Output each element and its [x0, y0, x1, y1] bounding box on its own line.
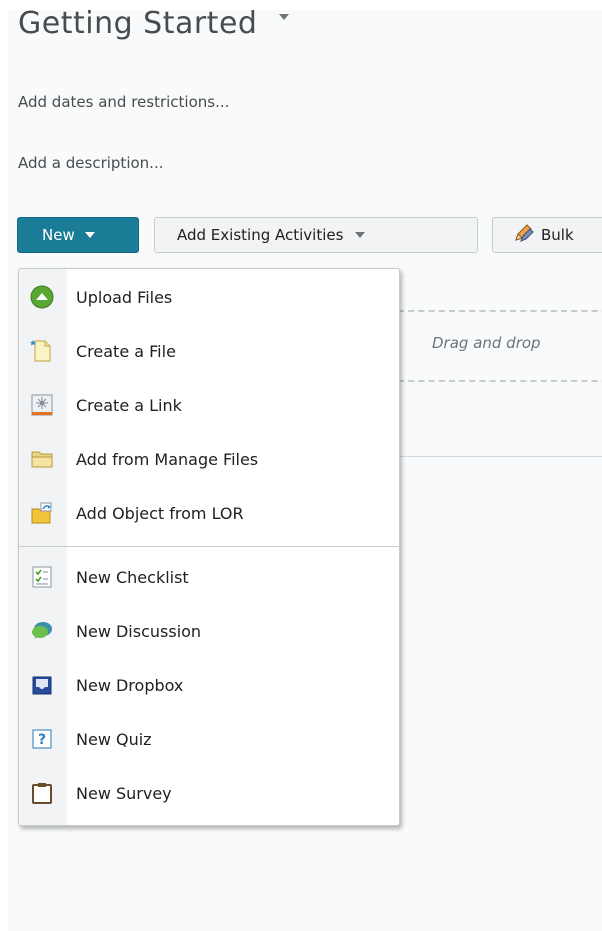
chevron-down-icon: [355, 232, 366, 238]
file-icon: [29, 338, 55, 364]
menu-item-create-link[interactable]: Create a Link: [19, 380, 399, 430]
chevron-down-icon: [84, 232, 95, 238]
dropbox-icon: [29, 672, 55, 698]
discussion-icon: [29, 618, 55, 644]
menu-item-label: Create a Link: [76, 395, 182, 415]
menu-item-label: Create a File: [76, 341, 176, 361]
new-button-label: New: [42, 226, 75, 244]
menu-item-new-quiz[interactable]: ? New Quiz: [19, 714, 399, 764]
content-page: Getting Started Add dates and restrictio…: [0, 0, 602, 931]
menu-item-label: New Checklist: [76, 567, 189, 587]
menu-item-add-from-manage-files[interactable]: Add from Manage Files: [19, 434, 399, 484]
add-dates-link[interactable]: Add dates and restrictions...: [18, 93, 229, 111]
bulk-edit-button[interactable]: Bulk: [492, 217, 602, 253]
link-icon: [29, 392, 55, 418]
drop-zone-text: Drag and drop: [432, 334, 541, 352]
page-title: Getting Started: [18, 6, 258, 41]
bulk-edit-label: Bulk: [541, 226, 574, 244]
divider: [398, 456, 602, 457]
folder-icon: [29, 446, 55, 472]
menu-item-new-discussion[interactable]: New Discussion: [19, 606, 399, 656]
menu-item-label: Upload Files: [76, 287, 173, 307]
menu-item-label: New Quiz: [76, 729, 152, 749]
add-existing-activities-button[interactable]: Add Existing Activities: [154, 217, 478, 253]
menu-item-upload-files[interactable]: Upload Files: [19, 272, 399, 322]
menu-item-label: Add Object from LOR: [76, 503, 244, 523]
checklist-icon: [29, 564, 55, 590]
menu-item-label: New Discussion: [76, 621, 202, 641]
menu-item-create-file[interactable]: Create a File: [19, 326, 399, 376]
menu-item-new-dropbox[interactable]: New Dropbox: [19, 660, 399, 710]
menu-item-new-checklist[interactable]: New Checklist: [19, 552, 399, 602]
svg-text:?: ?: [38, 732, 46, 748]
title-row: Getting Started: [18, 4, 290, 44]
menu-item-label: New Dropbox: [76, 675, 184, 695]
menu-item-label: New Survey: [76, 783, 172, 803]
add-description-link[interactable]: Add a description...: [18, 154, 163, 172]
new-button[interactable]: New: [17, 217, 139, 253]
pencil-icon: [513, 223, 535, 247]
add-existing-activities-label: Add Existing Activities: [177, 226, 344, 244]
lor-object-icon: [29, 500, 55, 526]
menu-separator: [19, 546, 399, 547]
menu-item-new-survey[interactable]: New Survey: [19, 768, 399, 818]
survey-icon: [29, 780, 55, 806]
title-menu-caret-icon[interactable]: [279, 14, 290, 20]
upload-icon: [29, 284, 55, 310]
quiz-icon: ?: [29, 726, 55, 752]
menu-item-label: Add from Manage Files: [76, 449, 259, 469]
menu-item-add-object-from-lor[interactable]: Add Object from LOR: [19, 488, 399, 538]
new-dropdown-menu: Upload Files Create a File Create a Link…: [18, 268, 400, 826]
left-gutter: [0, 0, 8, 931]
